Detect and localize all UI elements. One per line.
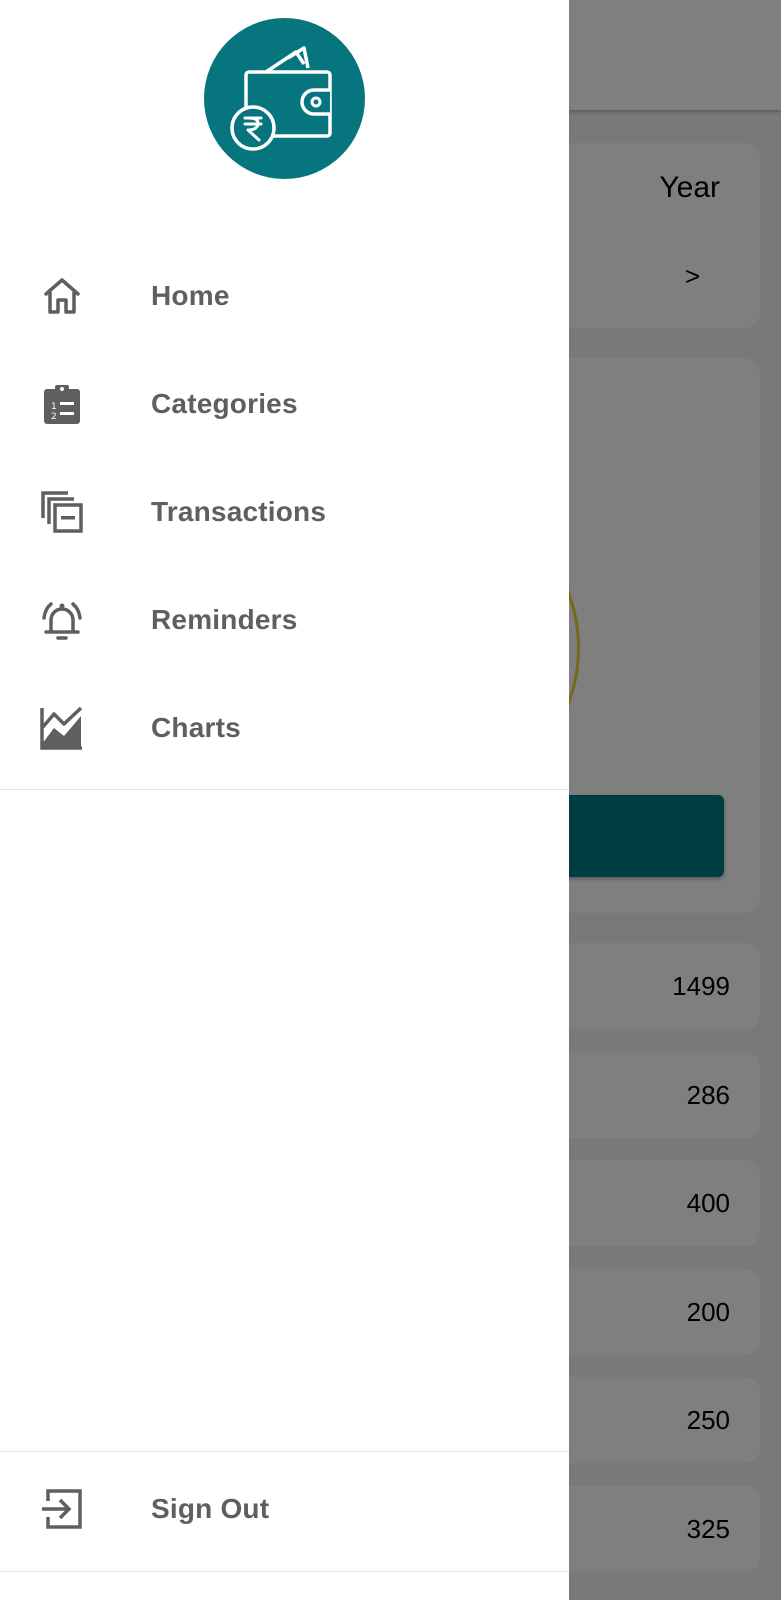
drawer-item-charts[interactable]: Charts <box>0 674 569 782</box>
sign-out-label: Sign Out <box>151 1493 270 1524</box>
app-screen: Year > 1499 286 400 200 250 325 <box>0 0 781 1600</box>
app-logo <box>204 18 365 179</box>
navigation-drawer: Home 1 2 Categories Transactions Reminde… <box>0 0 569 1600</box>
drawer-divider <box>0 789 569 790</box>
drawer-item-categories[interactable]: 1 2 Categories <box>0 350 569 458</box>
bell-ringing-icon <box>38 596 86 644</box>
drawer-item-label: Charts <box>151 712 241 743</box>
drawer-item-reminders[interactable]: Reminders <box>0 566 569 674</box>
stacked-cards-icon <box>38 488 86 536</box>
area-chart-icon <box>38 704 86 752</box>
clipboard-list-icon: 1 2 <box>38 380 86 428</box>
svg-text:1: 1 <box>51 402 57 412</box>
drawer-divider <box>0 1451 569 1452</box>
sign-out-icon <box>38 1485 86 1533</box>
drawer-item-transactions[interactable]: Transactions <box>0 458 569 566</box>
drawer-item-label: Categories <box>151 388 298 419</box>
sign-out-button[interactable]: Sign Out <box>0 1455 569 1563</box>
svg-text:2: 2 <box>51 412 57 422</box>
drawer-header <box>0 0 569 230</box>
home-icon <box>38 272 86 320</box>
drawer-divider <box>0 1571 569 1572</box>
drawer-item-home[interactable]: Home <box>0 242 569 350</box>
drawer-item-label: Transactions <box>151 496 327 527</box>
drawer-item-label: Reminders <box>151 604 298 635</box>
drawer-item-label: Home <box>151 280 230 311</box>
wallet-rupee-icon <box>230 46 332 151</box>
